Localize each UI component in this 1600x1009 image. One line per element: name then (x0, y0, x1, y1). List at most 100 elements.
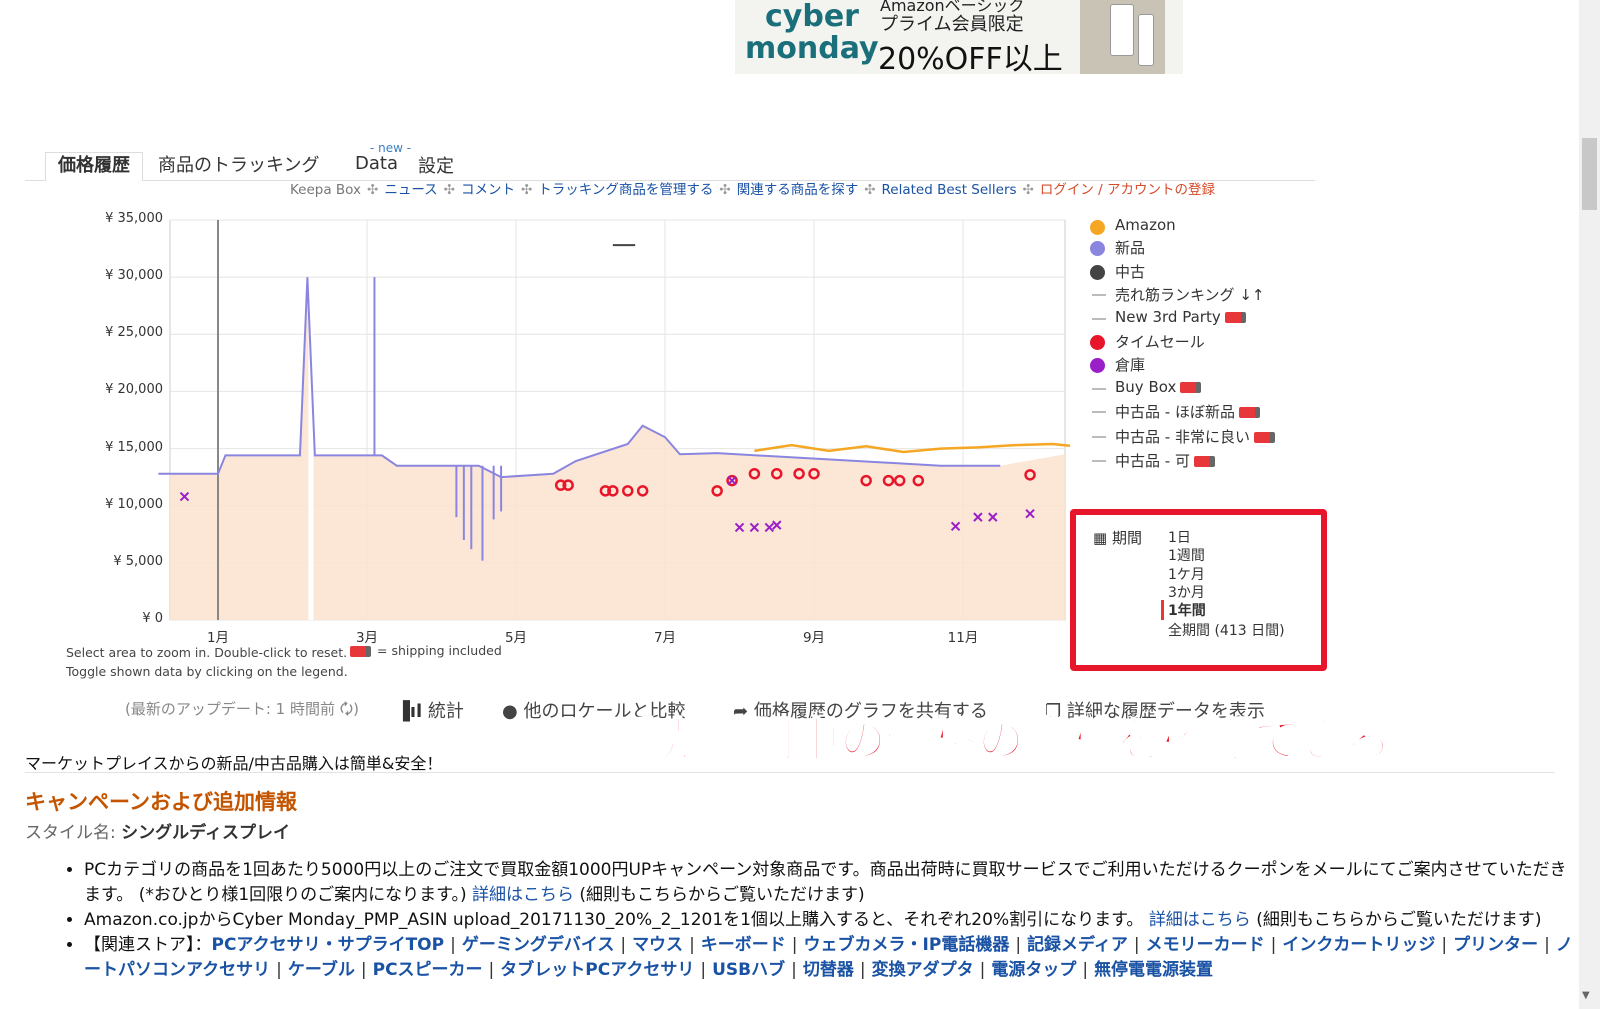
store-link[interactable]: USBハブ (712, 960, 785, 980)
y-tick-label: ¥ 35,000 (105, 211, 163, 226)
legend-label: 中古品 - ほぼ新品 (1115, 401, 1260, 422)
store-separator: | (1270, 935, 1277, 955)
style-label: スタイル名: (25, 823, 116, 843)
store-separator: | (689, 935, 695, 955)
legend-dash (1092, 436, 1106, 438)
truck-icon (1253, 432, 1275, 443)
store-separator: | (1133, 935, 1140, 955)
y-tick-label: ¥ 5,000 (113, 553, 163, 569)
store-separator: | (700, 960, 707, 980)
legend-label: 中古 (1115, 263, 1146, 281)
store-link[interactable]: 無停電電源装置 (1094, 960, 1213, 980)
stats-action[interactable]: ▐ıl 統計 (396, 697, 464, 723)
store-separator: | (859, 960, 866, 980)
style-name: スタイル名: シングルディスプレイ (25, 818, 290, 843)
store-separator: | (276, 960, 282, 980)
list-item: 【関連ストア】：PCアクセサリ・サプライTOP|ゲーミングデバイス|マウス|キー… (84, 933, 1574, 983)
truck-icon (1224, 312, 1246, 323)
store-link[interactable]: 切替器 (803, 960, 854, 980)
x-tick-label: 9月 (802, 630, 826, 646)
details-link[interactable]: 詳細はこちら (472, 885, 574, 905)
stats-label: 統計 (427, 701, 464, 722)
marketplace-text: マーケットプレイスからの新品/中古品購入は簡単&安全！ (25, 754, 443, 773)
info-text: (細則もこちらからご覧いただけます) (579, 885, 865, 905)
legend-label: Buy Box (1115, 378, 1202, 396)
store-separator: | (488, 960, 495, 980)
legend-dot (1090, 335, 1105, 350)
range-option-1week[interactable]: 1週間 (1168, 545, 1205, 565)
last-update-text: (最新のアップデート: 1 時間前 🗘) (125, 700, 359, 718)
legend-dash (1092, 294, 1106, 296)
store-link[interactable]: メモリーカード (1146, 935, 1265, 955)
list-item: PCカテゴリの商品を1回あたり5000円以上のご注文で買取金額1000円UPキャ… (84, 858, 1574, 908)
x-tick-label: 7月 (653, 630, 677, 646)
store-separator: | (450, 935, 456, 955)
store-separator: | (620, 935, 627, 955)
store-link[interactable]: ウェブカメラ・IP電話機器 (804, 935, 1010, 955)
store-link[interactable]: ゲーミングデバイス (462, 935, 615, 955)
shipping-note-text: = shipping included (377, 643, 502, 658)
store-link[interactable]: 変換アダプタ (872, 960, 974, 980)
store-link[interactable]: PCアクセサリ・サプライTOP (212, 935, 445, 955)
store-separator: | (360, 960, 367, 980)
store-link[interactable]: キーボード (701, 935, 786, 955)
legend-label: 中古品 - 可 (1115, 450, 1215, 471)
store-separator: | (979, 960, 986, 980)
globe-icon: ● (502, 701, 518, 722)
scrollbar-thumb[interactable] (1582, 138, 1597, 210)
legend-dash (1092, 318, 1106, 320)
divider (25, 772, 1555, 773)
store-separator: | (1015, 935, 1022, 955)
range-option-1month[interactable]: 1ケ月 (1168, 564, 1205, 584)
store-link[interactable]: 記録メディア (1027, 935, 1128, 955)
store-separator: | (1544, 935, 1550, 955)
legend-dot (1090, 265, 1105, 280)
store-link[interactable]: インクカートリッジ (1282, 935, 1435, 955)
style-value: シングルディスプレイ (121, 823, 290, 843)
truck-icon (1193, 456, 1215, 467)
range-label: 期間 (1111, 529, 1142, 547)
usb-plug-image (1110, 4, 1134, 56)
lightning-plug-image (1138, 14, 1154, 66)
store-link[interactable]: マウス (632, 935, 683, 955)
store-separator: | (791, 960, 797, 980)
calendar-icon: ▦ (1093, 529, 1108, 547)
legend-label: New 3rd Party (1115, 308, 1246, 326)
range-option-1day[interactable]: 1日 (1168, 527, 1191, 547)
y-tick-label: ¥ 15,000 (105, 439, 163, 455)
legend-dash (1092, 388, 1106, 390)
range-option-3months[interactable]: 3か月 (1168, 582, 1205, 602)
shipping-note: = shipping included (350, 643, 502, 658)
x-tick-label: 5月 (504, 630, 528, 646)
store-link[interactable]: 電源タップ (991, 960, 1076, 980)
store-link[interactable]: ケーブル (288, 960, 355, 980)
y-tick-label: ¥ 10,000 (105, 496, 163, 512)
legend-label: 売れ筋ランキング ↓↑ (1115, 286, 1265, 304)
truck-icon (1238, 407, 1260, 418)
toggle-note: Toggle shown data by clicking on the leg… (66, 664, 348, 679)
truck-icon (350, 646, 371, 657)
y-tick-label: ¥ 30,000 (105, 268, 163, 284)
chart-notes: Select area to zoom in. Double-click to … (66, 643, 348, 681)
store-link[interactable]: PCスピーカー (373, 960, 483, 980)
legend-label: 中古品 - 非常に良い (1115, 426, 1275, 447)
x-tick-label: 11月 (947, 630, 979, 646)
scroll-down-arrow-icon[interactable]: ▼ (1582, 990, 1590, 1001)
info-text: Amazon.co.jpからCyber Monday_PMP_ASIN uplo… (84, 910, 1144, 930)
truck-icon (1180, 382, 1202, 393)
y-tick-label: ¥ 0 (142, 611, 163, 626)
annotation-overlay-text: 販売期間中の価格の推移を確認できる。 (609, 712, 1438, 768)
legend-dash (1092, 411, 1106, 413)
campaign-info-list: PCカテゴリの商品を1回あたり5000円以上のご注文で買取金額1000円UPキャ… (62, 858, 1574, 983)
store-separator: | (1441, 935, 1448, 955)
legend-label: 新品 (1115, 239, 1146, 257)
store-link[interactable]: タブレットPCアクセサリ (500, 960, 694, 980)
legend-dash (1092, 460, 1106, 462)
store-separator: | (791, 935, 798, 955)
list-item: Amazon.co.jpからCyber Monday_PMP_ASIN uplo… (84, 908, 1574, 933)
store-links: PCアクセサリ・サプライTOP | ゲーミングデバイス | マウス | キーボード | ウェブカ… (84, 935, 1573, 980)
details-link[interactable]: 詳細はこちら (1149, 910, 1251, 930)
range-option-1year[interactable]: 1年間 (1161, 600, 1206, 620)
range-option-all[interactable]: 全期間 (413 日間) (1168, 620, 1285, 640)
store-link[interactable]: プリンター (1453, 935, 1538, 955)
